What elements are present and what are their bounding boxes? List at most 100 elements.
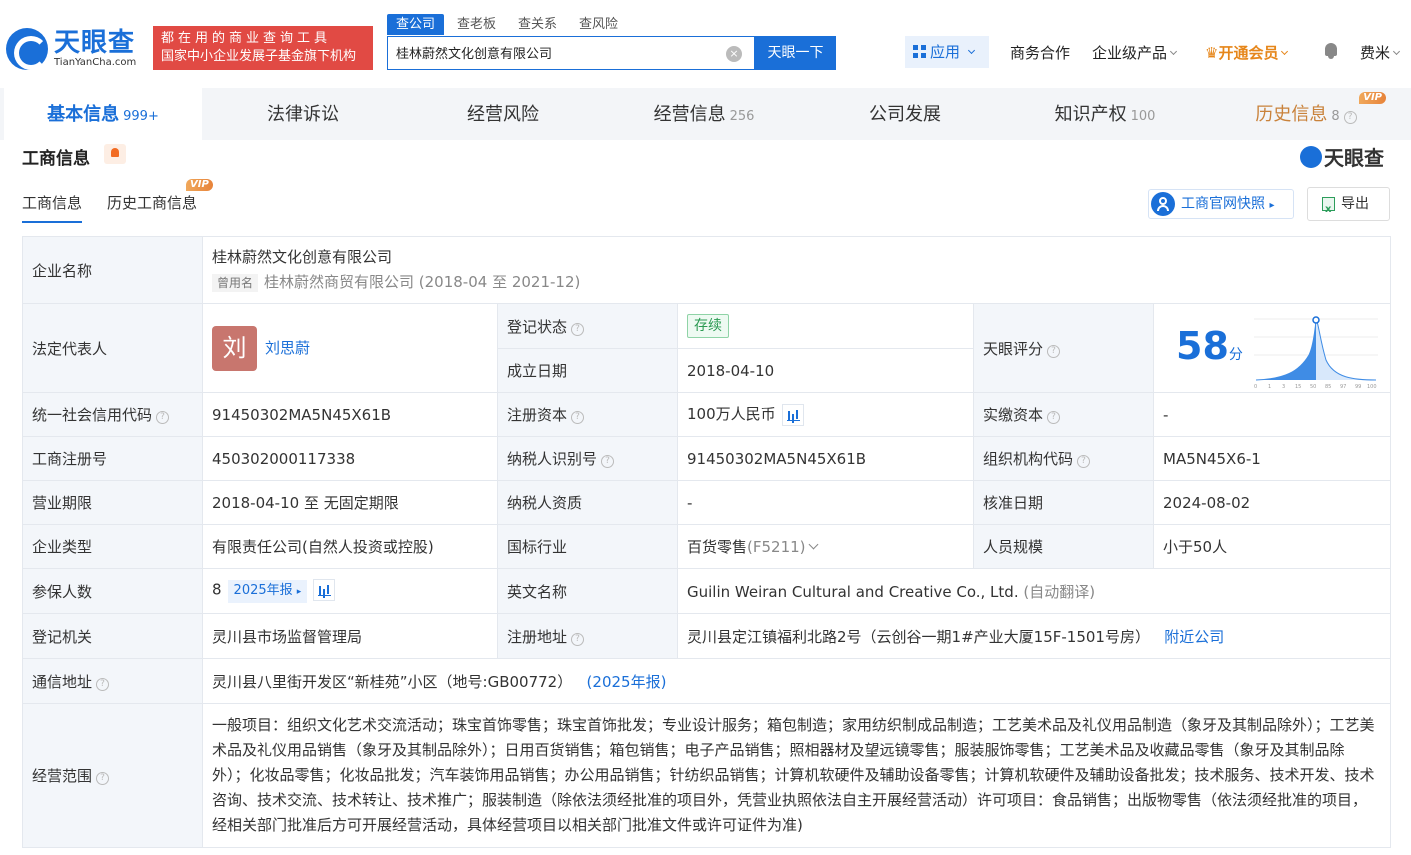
section-title: 工商信息 [22,149,90,169]
tianyancha-logo-icon [1300,146,1322,168]
help-icon[interactable]: ? [1077,455,1091,468]
help-icon[interactable]: ? [96,677,110,691]
clear-icon[interactable]: × [726,46,742,62]
table-row: 登记机关 灵川县市场监督管理局 注册地址? 灵川县定江镇福利北路2号（云创谷一期… [22,613,1392,659]
help-icon[interactable]: ? [571,632,585,646]
crown-icon: ♛ [1205,44,1219,62]
tab-legal[interactable]: 法律诉讼 [204,88,402,142]
taxpayer-qual-label: 纳税人资质 [497,480,678,525]
user-circle-icon [1151,192,1175,216]
tab-operation-info[interactable]: 经营信息 256 [604,88,804,142]
snapshot-label: 工商官网快照 [1181,196,1265,212]
score-tick: 0 [1254,384,1257,390]
excel-icon [1322,194,1335,226]
subtab-history-business-info[interactable]: 历史工商信息 [107,192,197,213]
scope-label: 经营范围 [32,767,93,785]
nearby-companies-link[interactable]: 附近公司 [1164,628,1224,646]
tab-history[interactable]: VIP 历史信息 8? [1206,88,1406,142]
reg-capital-label: 注册资本 [507,406,568,424]
tab-label: 知识产权 [1054,104,1127,125]
top-bar: 天眼查 TianYanCha.com 都在用的商业查询工具 国家中小企业发展子基… [0,0,1411,88]
help-icon[interactable]: ? [1047,344,1061,358]
export-button[interactable]: 导出 [1307,187,1390,226]
chevron-down-icon [1169,47,1178,56]
approval-date-label: 核准日期 [973,480,1154,525]
bar-chart-icon[interactable] [781,403,804,426]
nav-enterprise-products[interactable]: 企业级产品 [1092,42,1178,63]
search-tab-relation[interactable]: 查关系 [509,14,566,35]
table-row: 统一社会信用代码? 91450302MA5N45X61B 注册资本? 100万人… [22,392,1392,437]
nav-business[interactable]: 商务合作 [1010,42,1070,63]
vip-badge: VIP [186,179,213,191]
tianyancha-logo[interactable]: 天眼查 TianYanCha.com [6,26,146,72]
mail-address-value: 灵川县八里街开发区“新桂苑”小区（地号:GB00772） [212,672,573,691]
avatar[interactable]: 刘 [212,325,257,371]
annual-report-label: 2025年报 [233,583,293,599]
main-tabs: 基本信息 999+ 法律诉讼 经营风险 经营信息 256 公司发展 知识产权 100 … [0,88,1411,142]
bell-alert-icon[interactable] [104,144,126,164]
mail-address-label: 通信地址 [32,672,93,691]
tab-label: 基本信息 [47,104,120,125]
apps-grid-icon [913,45,926,58]
company-name: 桂林蔚然文化创意有限公司 [212,248,393,266]
table-row: 营业期限 2018-04-10 至 无固定期限 纳税人资质 - 核准日期 202… [22,480,1392,525]
vip-badge: VIP [1359,92,1386,104]
help-icon[interactable]: ? [601,455,615,468]
promo-banner: 都在用的商业查询工具 国家中小企业发展子基金旗下机构 [153,26,373,70]
help-icon[interactable]: ? [571,411,585,424]
bell-icon[interactable] [1323,42,1339,60]
apps-menu[interactable]: 应用 [905,36,989,68]
score-tick: 50 [1310,384,1316,390]
founded-label: 成立日期 [497,348,678,393]
official-snapshot-button[interactable]: 工商官网快照 ▸ [1148,189,1294,219]
industry-value: 百货零售 [687,538,748,556]
logo-domain: TianYanCha.com [54,57,137,68]
nav-open-vip[interactable]: ♛开通会员 [1205,42,1289,63]
tab-label: 经营风险 [467,104,539,125]
legal-rep-label: 法定代表人 [22,303,203,393]
chevron-down-icon [1392,47,1401,56]
tab-basic-info[interactable]: 基本信息 999+ [4,88,202,142]
tab-ip[interactable]: 知识产权 100 [1006,88,1204,142]
term-label: 营业期限 [22,480,203,525]
help-icon[interactable]: ? [1343,111,1357,124]
mail-address-report-link[interactable]: (2025年报) [587,673,667,691]
promo-subtitle: 国家中小企业发展子基金旗下机构 [161,49,357,64]
tab-development[interactable]: 公司发展 [806,88,1004,142]
help-icon[interactable]: ? [1047,411,1061,424]
triangle-right-icon: ▸ [1269,200,1275,211]
score-tick: 99 [1355,384,1361,390]
taxpayer-id-label: 纳税人识别号 [507,450,598,468]
tab-count: 8 [1331,109,1340,124]
reg-address-label: 注册地址 [507,627,568,646]
reg-no-label: 工商注册号 [22,436,203,481]
apps-label: 应用 [930,43,961,61]
tab-label: 经营信息 [653,104,726,125]
search-input[interactable] [396,45,706,60]
chevron-down-icon [1281,47,1289,56]
industry-code: (F5211) [747,538,806,556]
tab-count: 100 [1130,109,1156,124]
tab-label: 历史信息 [1255,104,1328,125]
table-row: 参保人数 8 2025年报 ▸ 英文名称 Guilin Weiran Cultur… [22,568,1392,614]
reg-status-label: 登记状态 [507,317,568,336]
founded-value: 2018-04-10 [677,348,974,393]
search-tab-company[interactable]: 查公司 [387,14,445,35]
user-menu[interactable]: 费米 [1360,42,1401,63]
search-button[interactable]: 天眼一下 [755,36,836,70]
help-icon[interactable]: ? [156,411,170,424]
subtab-business-info[interactable]: 工商信息 [22,192,83,223]
help-icon[interactable]: ? [96,772,110,785]
legal-rep-link[interactable]: 刘思蔚 [265,339,310,357]
search-tab-risk[interactable]: 查风险 [570,14,627,35]
industry-dropdown[interactable]: 百货零售(F5211) [677,524,974,569]
tab-risk[interactable]: 经营风险 [404,88,602,142]
annual-report-link[interactable]: 2025年报 ▸ [227,580,308,604]
search-tab-boss[interactable]: 查老板 [448,14,505,35]
org-code-value: MA5N45X6-1 [1152,436,1392,481]
staff-size-label: 人员规模 [973,524,1154,569]
tab-count: 999+ [123,109,159,124]
help-icon[interactable]: ? [571,322,585,336]
score-tick: 100 [1367,384,1377,390]
bar-chart-icon[interactable] [313,578,336,601]
